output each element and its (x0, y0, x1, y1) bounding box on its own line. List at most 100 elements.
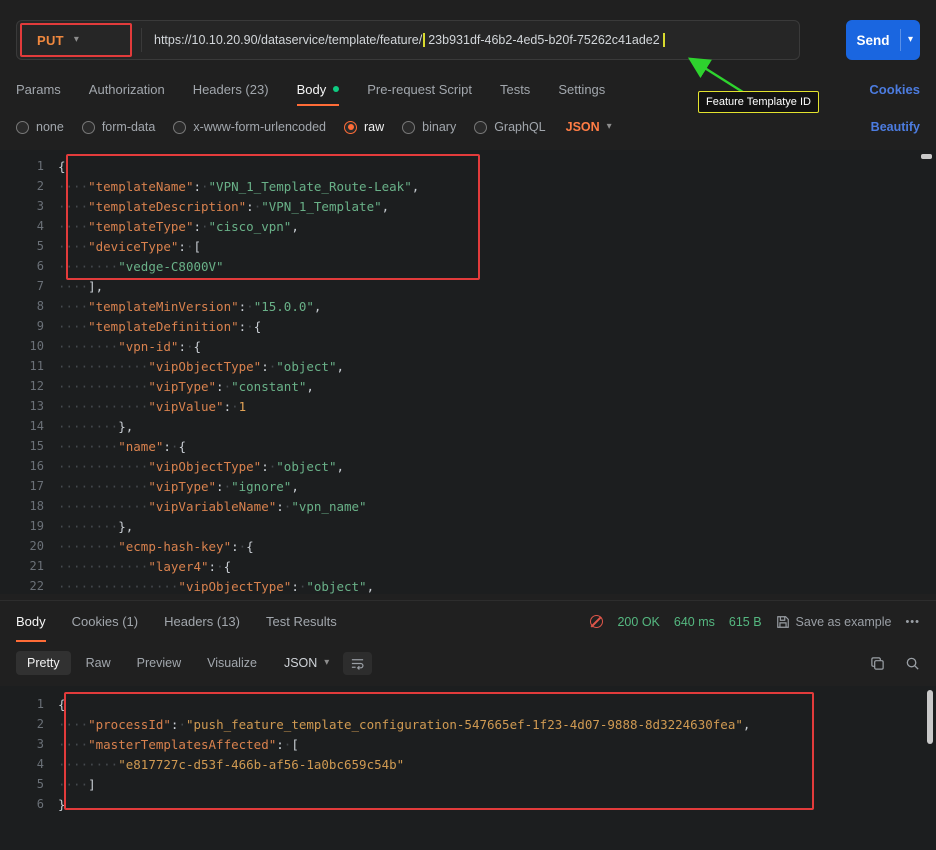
code-line: 7····], (0, 276, 936, 296)
code-line: 10········"vpn-id":·{ (0, 336, 936, 356)
code-line: 9····"templateDefinition":·{ (0, 316, 936, 336)
option-label: none (36, 120, 64, 134)
view-mode-pretty[interactable]: Pretty (16, 651, 71, 675)
code-text: ········}, (58, 419, 133, 434)
more-actions-button[interactable]: ••• (905, 616, 920, 628)
body-type-form-data[interactable]: form-data (82, 120, 156, 134)
tab-label: Cookies (1) (72, 614, 138, 629)
line-number: 14 (0, 419, 58, 433)
code-text: ····"templateDefinition":·{ (58, 319, 261, 334)
tab-body[interactable]: Body (297, 72, 340, 106)
tab-label: Headers (23) (193, 82, 269, 97)
body-type-binary[interactable]: binary (402, 120, 456, 134)
line-number: 1 (0, 159, 58, 173)
code-text: ····"deviceType":·[ (58, 239, 201, 254)
body-content-dot (333, 86, 339, 92)
view-mode-visualize[interactable]: Visualize (196, 651, 268, 675)
radio-icon (173, 121, 186, 134)
tab-label: Settings (558, 82, 605, 97)
code-line: 2····"processId":·"push_feature_template… (0, 714, 936, 734)
code-text: ············"vipVariableName":·"vpn_name… (58, 499, 367, 514)
line-number: 18 (0, 499, 58, 513)
beautify-link[interactable]: Beautify (871, 120, 920, 134)
code-text: ····"templateType":·"cisco_vpn", (58, 219, 299, 234)
code-text: ········"vedge-C8000V" (58, 259, 224, 274)
chevron-down-icon: ▾ (324, 658, 329, 668)
method-label: PUT (37, 33, 64, 48)
copy-button[interactable] (870, 656, 885, 671)
tab-label: Pre-request Script (367, 82, 472, 97)
view-mode-raw[interactable]: Raw (75, 651, 122, 675)
save-as-example-button[interactable]: Save as example (776, 615, 892, 629)
scrollbar-thumb[interactable] (927, 690, 933, 744)
request-body-editor[interactable]: 1{2····"templateName":·"VPN_1_Template_R… (0, 150, 936, 594)
response-tabs-row: BodyCookies (1)Headers (13)Test Results … (0, 600, 936, 642)
code-text: } (58, 797, 66, 812)
code-line: 4········"e817727c-d53f-466b-af56-1a0bc6… (0, 754, 936, 774)
code-line: 14········}, (0, 416, 936, 436)
search-button[interactable] (905, 656, 920, 671)
request-body-lines: 1{2····"templateName":·"VPN_1_Template_R… (0, 156, 936, 594)
send-options-chevron-icon[interactable]: ▾ (901, 35, 920, 45)
radio-icon (402, 121, 415, 134)
response-body-lines: 1{2····"processId":·"push_feature_templa… (0, 694, 936, 814)
code-text: ············"vipValue":·1 (58, 399, 246, 414)
code-text: ····"masterTemplatesAffected":·[ (58, 737, 299, 752)
request-url-container: PUT ▾ https://10.10.20.90/dataservice/te… (16, 20, 800, 60)
tab-tests[interactable]: Tests (500, 72, 530, 106)
response-language-selector[interactable]: JSON ▾ (284, 656, 329, 670)
code-text: ····"processId":·"push_feature_template_… (58, 717, 750, 732)
line-number: 4 (0, 219, 58, 233)
tab-label: Authorization (89, 82, 165, 97)
cookies-link[interactable]: Cookies (869, 82, 920, 97)
tab-pre-request-script[interactable]: Pre-request Script (367, 72, 472, 106)
body-type-graphql[interactable]: GraphQL (474, 120, 545, 134)
line-number: 15 (0, 439, 58, 453)
code-text: ········}, (58, 519, 133, 534)
code-text: ············"vipType":·"constant", (58, 379, 314, 394)
body-type-raw[interactable]: raw (344, 120, 384, 134)
tab-authorization[interactable]: Authorization (89, 72, 165, 106)
copy-icon (870, 656, 885, 671)
code-line: 6} (0, 794, 936, 814)
response-tab-headers-13[interactable]: Headers (13) (164, 601, 240, 642)
tab-headers-23[interactable]: Headers (23) (193, 72, 269, 106)
line-number: 11 (0, 359, 58, 373)
code-text: ····"templateDescription":·"VPN_1_Templa… (58, 199, 389, 214)
code-text: ········"vpn-id":·{ (58, 339, 201, 354)
line-number: 19 (0, 519, 58, 533)
line-number: 16 (0, 459, 58, 473)
radio-icon (16, 121, 29, 134)
body-type-x-www-form-urlencoded[interactable]: x-www-form-urlencoded (173, 120, 326, 134)
line-number: 4 (0, 757, 58, 771)
response-body-editor[interactable]: 1{2····"processId":·"push_feature_templa… (0, 686, 936, 850)
scrollbar-thumb[interactable] (921, 154, 932, 159)
tab-label: Test Results (266, 614, 337, 629)
url-input[interactable]: https://10.10.20.90/dataservice/template… (142, 33, 799, 47)
wrap-text-button[interactable] (343, 652, 372, 675)
line-number: 7 (0, 279, 58, 293)
line-number: 2 (0, 717, 58, 731)
send-button[interactable]: Send ▾ (846, 20, 920, 60)
code-text: { (58, 159, 66, 174)
code-text: ········"name":·{ (58, 439, 186, 454)
tab-settings[interactable]: Settings (558, 72, 605, 106)
view-mode-preview[interactable]: Preview (126, 651, 192, 675)
code-line: 5····] (0, 774, 936, 794)
line-number: 3 (0, 737, 58, 751)
search-icon (905, 656, 920, 671)
response-tab-body[interactable]: Body (16, 601, 46, 642)
option-label: form-data (102, 120, 156, 134)
method-selector[interactable]: PUT ▾ (17, 21, 141, 59)
body-type-none[interactable]: none (16, 120, 64, 134)
tab-label: Tests (500, 82, 530, 97)
response-toolbar-right (870, 656, 920, 671)
response-meta: 200 OK 640 ms 615 B Save as example ••• (590, 601, 920, 642)
language-selector[interactable]: JSON ▾ (566, 120, 612, 134)
line-number: 9 (0, 319, 58, 333)
response-tab-cookies-1[interactable]: Cookies (1) (72, 601, 138, 642)
response-tab-test-results[interactable]: Test Results (266, 601, 337, 642)
code-line: 22················"vipObjectType":·"obje… (0, 576, 936, 594)
ssl-warning-icon[interactable] (590, 615, 603, 628)
tab-params[interactable]: Params (16, 72, 61, 106)
